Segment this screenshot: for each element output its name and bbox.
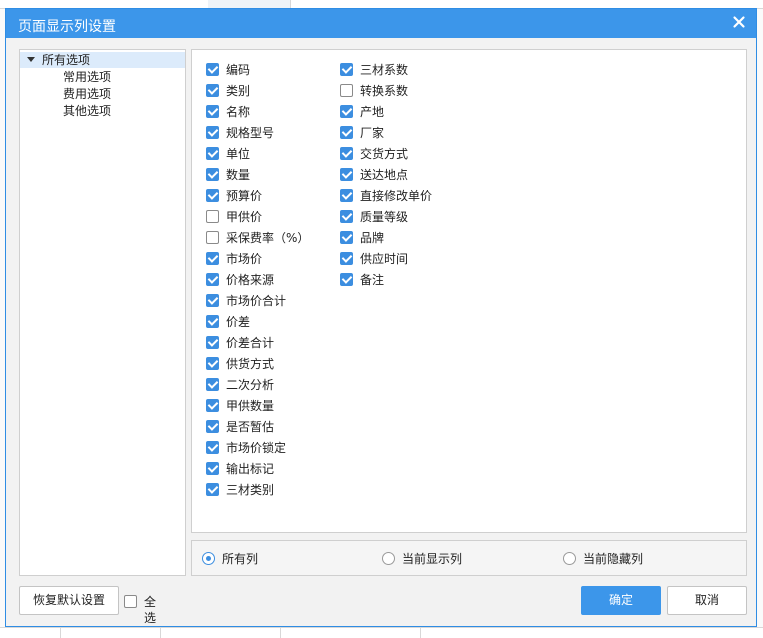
checkbox-label: 直接修改单价 [360,189,433,203]
checkbox-label: 送达地点 [360,168,409,182]
checkbox-checked[interactable] [206,399,219,412]
checkbox-label: 备注 [360,273,385,287]
checkbox-checked[interactable] [206,378,219,391]
dialog-titlebar: 页面显示列设置 [6,9,756,38]
checkbox-checked[interactable] [340,63,353,76]
checkbox-checked[interactable] [340,231,353,244]
checkbox-label: 交货方式 [360,147,409,161]
options-tree: 所有选项 常用选项 费用选项 其他选项 [19,49,186,576]
radio-label: 所有列 [222,552,259,566]
radio-button[interactable] [202,552,215,565]
cancel-button[interactable]: 取消 [667,586,747,615]
tree-item-label: 所有选项 [42,53,91,67]
checkbox-checked[interactable] [206,357,219,370]
checkbox-label: 价格来源 [226,273,275,287]
checkbox-label: 数量 [226,168,251,182]
checkbox-unchecked[interactable] [206,210,219,223]
restore-defaults-button[interactable]: 恢复默认设置 [19,586,119,615]
close-icon[interactable] [730,13,748,31]
radio-label: 当前隐藏列 [583,552,644,566]
checkbox-checked[interactable] [206,441,219,454]
checkbox-label: 价差合计 [226,336,275,350]
checkbox-checked[interactable] [206,294,219,307]
checkbox-checked[interactable] [206,483,219,496]
checkbox-checked[interactable] [340,189,353,202]
checkbox-label: 名称 [226,105,251,119]
checkbox-checked[interactable] [206,63,219,76]
radio-label: 当前显示列 [402,552,463,566]
grid-cell [0,0,209,8]
checkbox-label: 市场价 [226,252,263,266]
checkbox-checked[interactable] [340,252,353,265]
checkbox-label: 价差 [226,315,251,329]
expand-arrow-icon[interactable] [27,57,35,62]
radio-button[interactable] [563,552,576,565]
tree-item-common-options[interactable]: 常用选项 [63,69,111,85]
checkbox-checked[interactable] [340,210,353,223]
grid-cell [208,0,291,8]
checkbox-label: 单位 [226,147,251,161]
column-checkbox-list: 编码类别名称规格型号单位数量预算价甲供价采保费率（%） 市场价价格来源市场价合计价… [191,49,747,533]
checkbox-unchecked[interactable] [206,231,219,244]
checkbox-label: 输出标记 [226,462,275,476]
checkbox-label: 三材系数 [360,63,409,77]
checkbox-checked[interactable] [206,273,219,286]
checkbox-checked[interactable] [340,147,353,160]
checkbox-checked[interactable] [206,126,219,139]
checkbox-label: 是否暂估 [226,420,275,434]
checkbox-checked[interactable] [206,252,219,265]
checkbox-label: 供货方式 [226,357,275,371]
checkbox-checked[interactable] [206,168,219,181]
checkbox-label: 品牌 [360,231,385,245]
checkbox-label: 甲供价 [226,210,263,224]
background-grid-bottom [0,627,763,638]
checkbox-unchecked[interactable] [340,84,353,97]
checkbox-label: 厂家 [360,126,385,140]
checkbox-label: 三材类别 [226,483,275,497]
checkbox-label: 市场价锁定 [226,441,287,455]
checkbox-label: 规格型号 [226,126,275,140]
checkbox-label: 产地 [360,105,385,119]
checkbox-checked[interactable] [206,315,219,328]
checkbox-label: 供应时间 [360,252,409,266]
tree-item-all-options[interactable]: 所有选项 [20,52,185,68]
checkbox[interactable] [124,595,137,608]
view-filter-bar: 所有列 当前显示列 当前隐藏列 [191,540,747,576]
checkbox-label: 预算价 [226,189,263,203]
checkbox-checked[interactable] [340,105,353,118]
checkbox-checked[interactable] [206,105,219,118]
select-all-label: 全选 [144,595,157,625]
checkbox-label: 类别 [226,84,251,98]
checkbox-checked[interactable] [340,126,353,139]
radio-button[interactable] [382,552,395,565]
checkbox-checked[interactable] [206,189,219,202]
checkbox-checked[interactable] [340,168,353,181]
checkbox-checked[interactable] [206,336,219,349]
checkbox-label: 市场价合计 [226,294,287,308]
checkbox-checked[interactable] [206,84,219,97]
checkbox-label: 采保费率（%） [226,231,310,245]
column-settings-dialog: 页面显示列设置 所有选项 常用选项 费用选项 其他选项 编码类别名称规格型号单位… [5,8,757,627]
checkbox-label: 甲供数量 [226,399,275,413]
checkbox-checked[interactable] [206,420,219,433]
tree-item-other-options[interactable]: 其他选项 [63,103,111,119]
checkbox-checked[interactable] [340,273,353,286]
tree-item-fee-options[interactable]: 费用选项 [63,86,111,102]
grid-cell [290,0,763,8]
checkbox-checked[interactable] [206,462,219,475]
dialog-title: 页面显示列设置 [18,19,116,35]
checkbox-checked[interactable] [206,147,219,160]
ok-button[interactable]: 确定 [581,586,661,615]
checkbox-label: 二次分析 [226,378,275,392]
checkbox-label: 转换系数 [360,84,409,98]
checkbox-label: 质量等级 [360,210,409,224]
checkbox-label: 编码 [226,63,251,77]
